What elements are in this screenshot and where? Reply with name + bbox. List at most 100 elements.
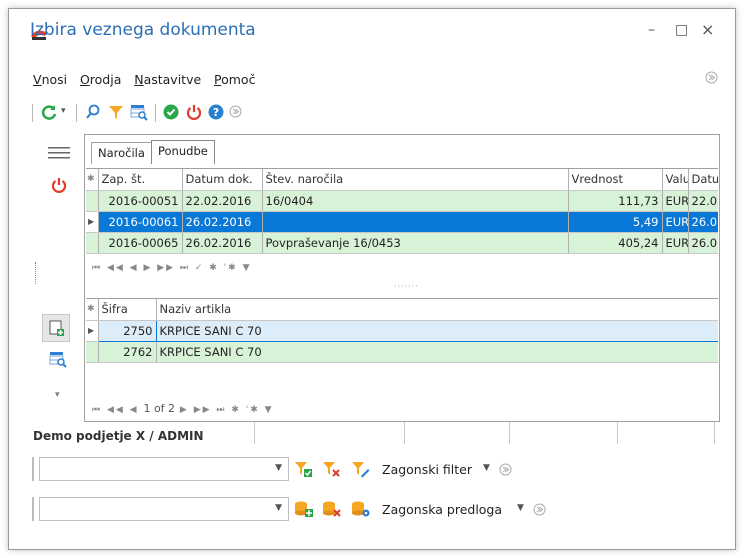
- table-row-selected[interactable]: ▶ 2750 KRPICE SANI C 70: [86, 319, 718, 342]
- status-separator: [509, 422, 510, 444]
- svg-text:?: ?: [213, 106, 219, 119]
- filter-grip: [32, 457, 34, 481]
- status-separator: [254, 422, 255, 444]
- filter-clear-icon[interactable]: [322, 460, 342, 481]
- table-row[interactable]: 2762 KRPICE SANI C 70: [86, 341, 718, 363]
- cell-stev: 16/0404: [262, 190, 569, 212]
- startup-template-label[interactable]: Zagonska predloga: [382, 502, 502, 517]
- filter-icon[interactable]: [108, 104, 124, 123]
- new-document-button[interactable]: [42, 314, 70, 342]
- status-separator: [714, 422, 715, 444]
- company-user-label: Demo podjetje X / ADMIN: [33, 429, 204, 443]
- template-select[interactable]: ▼: [39, 497, 289, 521]
- startup-filter-label[interactable]: Zagonski filter: [382, 462, 472, 477]
- cell-sifra: 2750: [97, 319, 157, 342]
- tab-ponudbe[interactable]: Ponudbe: [151, 140, 215, 164]
- template-add-icon[interactable]: [294, 500, 314, 521]
- cell-stev: [262, 211, 569, 233]
- help-icon[interactable]: ?: [208, 104, 224, 123]
- col-stev-narocila[interactable]: Štev. naročila: [262, 169, 569, 191]
- menu-vnosi[interactable]: Vnosi: [33, 72, 67, 87]
- cell-zap: 2016-00051: [98, 190, 183, 212]
- cell-vrednost: 111,73: [568, 190, 663, 212]
- window-title: Izbira veznega dokumenta: [30, 20, 256, 40]
- search-icon[interactable]: [85, 104, 101, 123]
- panel-splitter[interactable]: ·······: [394, 282, 419, 291]
- template-chevron-down-icon[interactable]: ▼: [517, 503, 524, 513]
- table-row[interactable]: 2016-00065 26.02.2016 Povpraševanje 16/0…: [86, 232, 718, 254]
- cell-sifra: 2762: [98, 341, 157, 363]
- hamburger-menu-icon[interactable]: [48, 146, 70, 163]
- template-delete-icon[interactable]: [322, 500, 342, 521]
- toolbar-grip: [32, 104, 33, 122]
- menu-nastavitve[interactable]: Nastavitve: [134, 72, 201, 87]
- splitter-grip[interactable]: [35, 262, 37, 284]
- cell-datum: 26.02.2016: [182, 211, 263, 233]
- row-indicator-icon: ▶: [86, 320, 99, 342]
- cell-naziv: KRPICE SANI C 70: [156, 341, 718, 363]
- minimize-button[interactable]: –: [648, 22, 655, 38]
- tab-narocila[interactable]: Naročila: [91, 142, 152, 164]
- table-row-selected[interactable]: ▶ 2016-00061 26.02.2016 5,49 EUR 26.0: [86, 211, 718, 233]
- toolbar-separator: [76, 104, 77, 122]
- power-side-icon[interactable]: [51, 177, 67, 196]
- cell-datum: 26.02.2016: [182, 232, 263, 254]
- menu-orodja[interactable]: Orodja: [80, 72, 121, 87]
- cell-datum: 22.02.2016: [182, 190, 263, 212]
- cell-vrednost: 5,49: [568, 211, 663, 233]
- col-valuta[interactable]: Valu: [662, 169, 689, 191]
- confirm-icon[interactable]: [163, 104, 179, 123]
- template-overflow-icon[interactable]: [533, 503, 546, 519]
- orders-navigator[interactable]: ⏮ ◀◀ ◀ ▶ ▶▶ ⏭ ✓ ✱ '✱ ▼: [92, 263, 252, 273]
- orders-header-row: ✱ Zap. št. Datum dok. Štev. naročila Vre…: [86, 169, 718, 191]
- col-zap-st[interactable]: Zap. št.: [98, 169, 183, 191]
- table-row[interactable]: 2016-00051 22.02.2016 16/0404 111,73 EUR…: [86, 190, 718, 212]
- close-button[interactable]: ×: [701, 20, 714, 39]
- new-row-marker: ✱: [86, 169, 99, 191]
- chevron-down-icon: ▼: [275, 503, 282, 513]
- row-indicator-icon: ▶: [86, 211, 99, 233]
- side-chevron-down-icon[interactable]: ▾: [55, 390, 60, 400]
- cell-valuta: EUR: [662, 211, 689, 233]
- menu-bar: Vnosi Orodja Nastavitve Pomoč: [33, 72, 264, 87]
- toolbar-separator: [155, 104, 156, 122]
- filter-select[interactable]: ▼: [39, 457, 289, 481]
- cell-zap: 2016-00065: [98, 232, 183, 254]
- articles-header-row: ✱ Šifra Naziv artikla: [86, 299, 718, 321]
- table-search-icon[interactable]: [130, 103, 148, 124]
- chevron-down-icon[interactable]: ▾: [61, 106, 66, 116]
- cell-valuta: EUR: [662, 190, 689, 212]
- filter-edit-icon[interactable]: [351, 460, 371, 481]
- col-naziv-artikla[interactable]: Naziv artikla: [156, 299, 718, 321]
- cell-datu: 22.0: [688, 190, 718, 212]
- filter-chevron-down-icon[interactable]: ▼: [483, 463, 490, 473]
- table-search-side-icon[interactable]: [49, 350, 67, 371]
- col-datum-dok[interactable]: Datum dok.: [182, 169, 263, 191]
- pager-label: 1 of 2: [143, 402, 176, 415]
- cell-naziv: KRPICE SANI C 70: [156, 319, 718, 342]
- maximize-button[interactable]: □: [675, 22, 688, 38]
- template-settings-icon[interactable]: [351, 500, 371, 521]
- filter-overflow-icon[interactable]: [499, 463, 512, 479]
- power-icon[interactable]: [186, 104, 202, 123]
- chevron-down-icon: ▼: [275, 463, 282, 473]
- template-grip: [32, 497, 34, 521]
- filter-apply-icon[interactable]: [294, 460, 314, 481]
- articles-grid: ✱ Šifra Naziv artikla ▶ 2750 KRPICE SANI…: [86, 298, 718, 370]
- cell-zap: 2016-00061: [98, 211, 183, 233]
- col-vrednost[interactable]: Vrednost: [568, 169, 663, 191]
- cell-datu: 26.0: [688, 232, 718, 254]
- toolbar-overflow-icon[interactable]: [229, 105, 242, 121]
- cell-vrednost: 405,24: [568, 232, 663, 254]
- col-sifra[interactable]: Šifra: [98, 299, 157, 321]
- status-separator: [617, 422, 618, 444]
- articles-navigator[interactable]: ⏮ ◀◀ ◀ 1 of 2 ▶ ▶▶ ⏭ ✱ '✱ ▼: [92, 402, 274, 415]
- cell-stev: Povpraševanje 16/0453: [262, 232, 569, 254]
- status-separator: [404, 422, 405, 444]
- cell-valuta: EUR: [662, 232, 689, 254]
- menu-overflow-icon[interactable]: [705, 71, 718, 87]
- menu-pomoc[interactable]: Pomoč: [214, 72, 255, 87]
- orders-grid: ✱ Zap. št. Datum dok. Štev. naročila Vre…: [86, 168, 718, 258]
- refresh-icon[interactable]: [40, 103, 58, 124]
- col-datu[interactable]: Datu: [688, 169, 718, 191]
